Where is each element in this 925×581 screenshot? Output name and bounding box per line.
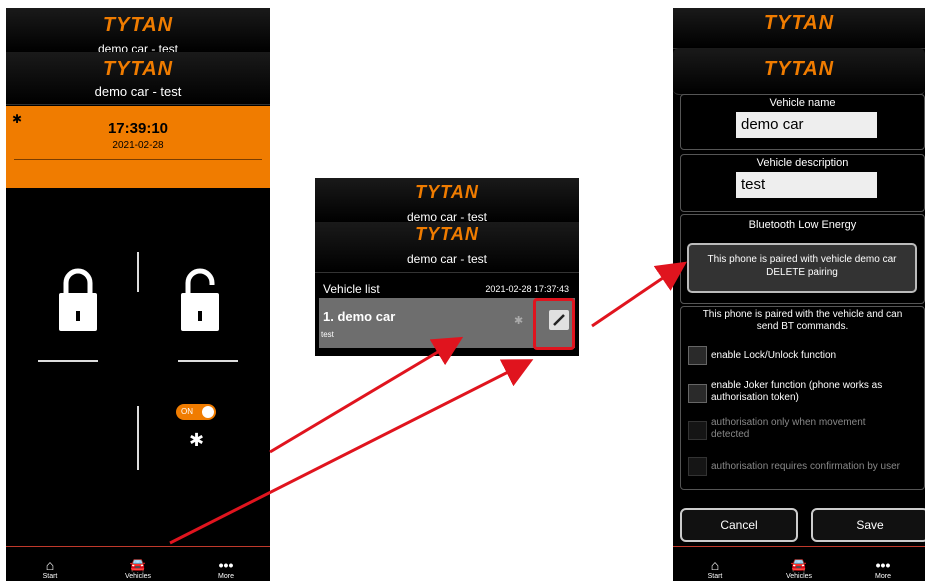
ghost-header: TYTAN demo car - test (315, 178, 579, 223)
user-confirm-label: authorisation requires confirmation by u… (711, 461, 900, 472)
edit-highlight (533, 298, 575, 350)
movement-auth-label: authorisation only when movement detecte… (711, 417, 866, 441)
vehicle-name: 1. demo car (323, 309, 396, 324)
home-screen: TYTAN demo car - test TYTAN demo car - t… (6, 8, 270, 581)
home-icon: ⌂ (45, 557, 55, 573)
bluetooth-icon: ✱ (514, 315, 524, 327)
brand-logo: TYTAN (415, 182, 479, 202)
ghost-header: TYTAN (673, 8, 925, 49)
vehicle-subtitle: demo car - test (406, 252, 488, 266)
unlock-button[interactable] (178, 263, 222, 333)
vehicle-name-section: Vehicle name demo car (680, 94, 925, 150)
ble-title: Bluetooth Low Energy (748, 219, 857, 231)
list-timestamp: 2021-02-28 17:37:43 (485, 284, 569, 294)
car-icon: 🚘 (790, 557, 808, 572)
pairing-info: This phone is paired with the vehicle an… (681, 309, 924, 333)
pairing-status: This phone is paired with vehicle demo c… (707, 254, 897, 265)
joker-label-line: enable Joker function (phone works as (711, 380, 883, 391)
status-time: 17:39:10 (107, 120, 169, 137)
delete-pairing-button[interactable]: This phone is paired with vehicle demo c… (687, 243, 917, 293)
pairing-info-line: send BT commands. (756, 321, 849, 332)
nav-more[interactable]: ••• More (853, 547, 913, 581)
vehicle-list-screen: TYTAN demo car - test TYTAN demo car - t… (315, 178, 579, 356)
separator (137, 252, 139, 292)
movement-auth-line: detected (711, 429, 750, 440)
status-date: 2021-02-28 (112, 140, 164, 151)
list-label: Vehicle list (323, 282, 380, 296)
ghost-header: TYTAN demo car - test (6, 8, 270, 53)
vehicle-description: test (321, 330, 334, 339)
vehicle-description-section: Vehicle description test (680, 154, 925, 212)
nav-vehicles[interactable]: 🚘 Vehicles (769, 547, 829, 581)
movement-auth-checkbox[interactable] (688, 421, 707, 440)
vehicle-description-label: Vehicle description (756, 157, 849, 169)
arrow-to-edit-screen (591, 261, 687, 328)
bottom-nav: ⌂ Start 🚘 Vehicles ••• More (6, 546, 270, 581)
separator (137, 406, 139, 470)
app-header: TYTAN demo car - test (6, 52, 270, 105)
separator (38, 360, 98, 362)
lock-closed-icon (59, 268, 97, 331)
user-confirm-checkbox[interactable] (688, 457, 707, 476)
home-icon: ⌂ (710, 557, 720, 573)
nav-start[interactable]: ⌂ Start (20, 547, 80, 581)
car-icon: 🚘 (129, 557, 147, 572)
vehicle-edit-screen: TYTAN TYTAN Vehicle name demo car Vehicl… (673, 8, 925, 581)
delete-pairing-label: DELETE pairing (766, 267, 838, 278)
joker-label-line: authorisation token) (711, 392, 799, 403)
brand-logo: TYTAN (102, 58, 174, 80)
arrow-to-vehicle-list (269, 336, 464, 454)
brand-logo: TYTAN (102, 14, 174, 36)
toggle-knob (202, 406, 214, 418)
on-toggle[interactable]: ON (176, 404, 216, 420)
joker-label: enable Joker function (phone works as au… (711, 380, 882, 404)
lock-unlock-checkbox[interactable] (688, 346, 707, 365)
vehicle-description-field[interactable]: test (736, 172, 877, 198)
lock-button[interactable] (56, 263, 100, 333)
nav-start[interactable]: ⌂ Start (685, 547, 745, 581)
ghost-subtitle: demo car - test (406, 210, 488, 222)
more-icon: ••• (218, 557, 234, 573)
status-panel: ✱ 17:39:10 2021-02-28 (6, 106, 270, 188)
divider (14, 159, 262, 160)
app-header: TYTAN demo car - test (315, 222, 579, 273)
toggle-label: ON (181, 407, 193, 416)
movement-auth-line: authorisation only when movement (711, 417, 866, 428)
lock-open-icon (181, 268, 219, 331)
brand-logo: TYTAN (763, 58, 835, 80)
ghost-subtitle: demo car - test (97, 42, 179, 52)
joker-checkbox[interactable] (688, 384, 707, 403)
more-icon: ••• (875, 557, 891, 573)
brand-logo: TYTAN (415, 224, 479, 244)
cancel-button[interactable]: Cancel (680, 508, 798, 542)
bottom-nav: ⌂ Start 🚘 Vehicles ••• More (673, 546, 925, 581)
vehicle-name-label: Vehicle name (769, 97, 836, 109)
bluetooth-icon: ✱ (189, 430, 205, 450)
bt-options-section: This phone is paired with the vehicle an… (680, 306, 925, 490)
app-header: TYTAN (673, 48, 925, 95)
nav-vehicles[interactable]: 🚘 Vehicles (108, 547, 168, 581)
vehicle-name-field[interactable]: demo car (736, 112, 877, 138)
separator (178, 360, 238, 362)
nav-more[interactable]: ••• More (196, 547, 256, 581)
lock-unlock-label: enable Lock/Unlock function (711, 350, 837, 361)
pairing-info-line: This phone is paired with the vehicle an… (702, 309, 903, 320)
brand-logo: TYTAN (763, 12, 835, 34)
save-button[interactable]: Save (811, 508, 925, 542)
vehicle-subtitle: demo car - test (94, 84, 182, 99)
ble-section: Bluetooth Low Energy This phone is paire… (680, 214, 925, 304)
